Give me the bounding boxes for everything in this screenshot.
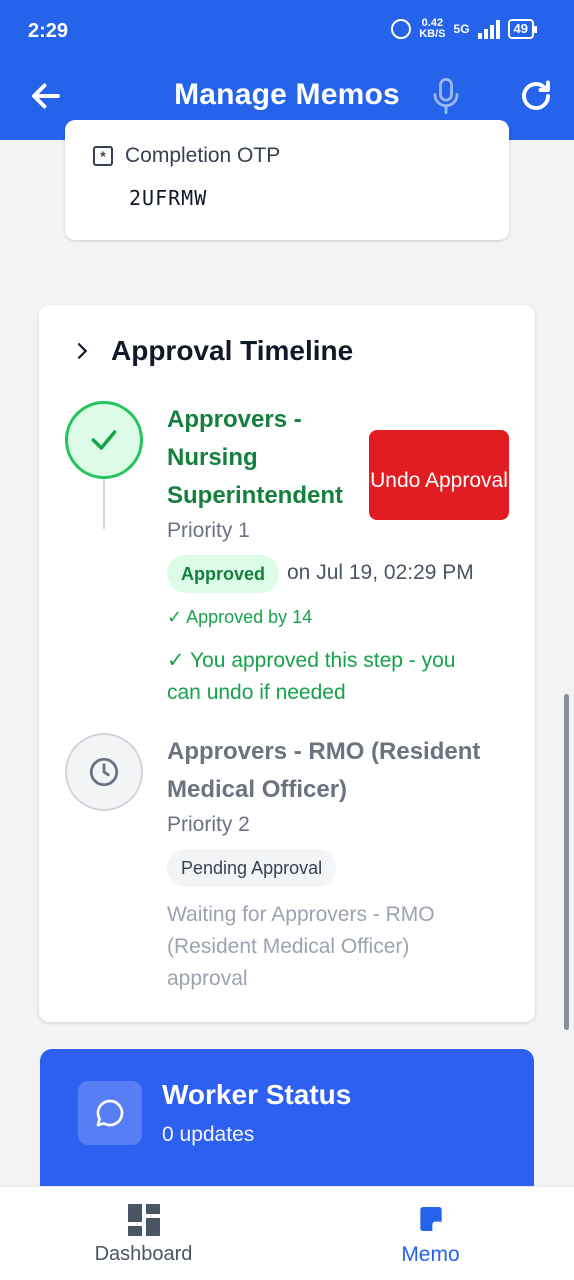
step-approved-indicator bbox=[65, 401, 143, 479]
page-title-text: Manage Memos bbox=[174, 78, 400, 111]
network-type: 5G bbox=[453, 22, 470, 36]
net-speed: 0.42 KB/S bbox=[419, 18, 445, 40]
otp-label-row: * Completion OTP bbox=[93, 144, 280, 168]
step-title: Approvers - RMO (Resident Medical Office… bbox=[167, 738, 481, 803]
scrollbar[interactable] bbox=[564, 694, 569, 1030]
signal-icon bbox=[477, 19, 500, 39]
worker-icon-box bbox=[78, 1081, 142, 1145]
nav-item-memo[interactable]: Memo bbox=[287, 1187, 574, 1280]
waiting-note: Waiting for Approvers - RMO (Resident Me… bbox=[167, 903, 435, 990]
alarm-icon bbox=[391, 19, 412, 39]
top-bar: 2:29 0.42 KB/S 5G 49 Manage Memos bbox=[0, 0, 574, 140]
nav-label-dashboard: Dashboard bbox=[94, 1243, 193, 1265]
otp-card: * Completion OTP 2UFRMW bbox=[65, 120, 509, 240]
worker-status-title: Worker Status bbox=[162, 1079, 352, 1110]
status-bar: 2:29 0.42 KB/S 5G 49 bbox=[0, 0, 574, 64]
clock-icon bbox=[89, 757, 119, 787]
status-badge-approved: Approved bbox=[167, 555, 280, 593]
step-priority: Priority 1 bbox=[167, 519, 250, 542]
status-time: 2:29 bbox=[28, 20, 69, 42]
step-pending-indicator bbox=[65, 733, 143, 811]
microphone-icon[interactable] bbox=[432, 78, 460, 114]
dashboard-icon bbox=[128, 1204, 160, 1236]
status-badge-pending: Pending Approval bbox=[167, 849, 337, 887]
worker-status-card[interactable]: Worker Status 0 updates bbox=[40, 1049, 534, 1189]
step-priority: Priority 2 bbox=[167, 813, 250, 836]
status-icons: 0.42 KB/S 5G 49 bbox=[391, 18, 538, 40]
worker-status-subtitle: 0 updates bbox=[162, 1123, 255, 1146]
check-icon bbox=[91, 430, 117, 450]
nav-label-memo: Memo bbox=[401, 1243, 460, 1266]
otp-label: Completion OTP bbox=[125, 144, 281, 167]
battery-icon: 49 bbox=[507, 19, 538, 39]
memo-icon bbox=[419, 1207, 442, 1231]
approval-timeline-toggle[interactable]: Approval Timeline bbox=[73, 335, 353, 367]
approved-by-text: ✓ Approved by 14 bbox=[167, 607, 313, 627]
net-speed-unit: KB/S bbox=[419, 28, 446, 40]
page-title: Manage Memos bbox=[0, 78, 574, 112]
refresh-icon[interactable] bbox=[518, 78, 554, 114]
chevron-right-icon bbox=[77, 343, 87, 359]
nav-item-dashboard[interactable]: Dashboard bbox=[0, 1187, 287, 1280]
bottom-nav: Dashboard Memo bbox=[0, 1186, 574, 1280]
undo-approval-button[interactable]: Undo Approval bbox=[369, 430, 509, 520]
asterisk-icon: * bbox=[93, 146, 113, 166]
approved-timestamp: on Jul 19, 02:29 PM bbox=[287, 561, 474, 584]
timeline-connector bbox=[103, 479, 105, 529]
step-title: Approvers - Nursing Superintendent bbox=[167, 406, 344, 509]
approval-timeline-title: Approval Timeline bbox=[111, 335, 354, 366]
chat-bubble-icon bbox=[96, 1099, 124, 1127]
you-approved-note: ✓ You approved this step - you can undo … bbox=[167, 649, 456, 704]
approval-timeline-card: Approval Timeline Approvers - Nursing Su… bbox=[39, 305, 535, 1022]
otp-value: 2UFRMW bbox=[129, 186, 208, 210]
